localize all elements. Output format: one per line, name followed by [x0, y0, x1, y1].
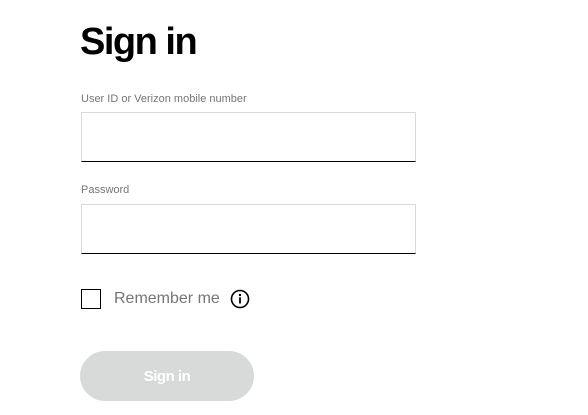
- info-icon[interactable]: [230, 289, 250, 309]
- sign-in-button[interactable]: Sign in: [80, 351, 254, 401]
- remember-me-label[interactable]: Remember me: [114, 289, 220, 309]
- user-id-input[interactable]: [81, 112, 416, 162]
- remember-me-checkbox[interactable]: [81, 289, 101, 309]
- password-label: Password: [81, 184, 130, 196]
- remember-me-row: Remember me: [81, 287, 250, 311]
- page-title: Sign in: [80, 21, 198, 63]
- user-id-label: User ID or Verizon mobile number: [81, 93, 247, 105]
- password-input[interactable]: [81, 204, 416, 254]
